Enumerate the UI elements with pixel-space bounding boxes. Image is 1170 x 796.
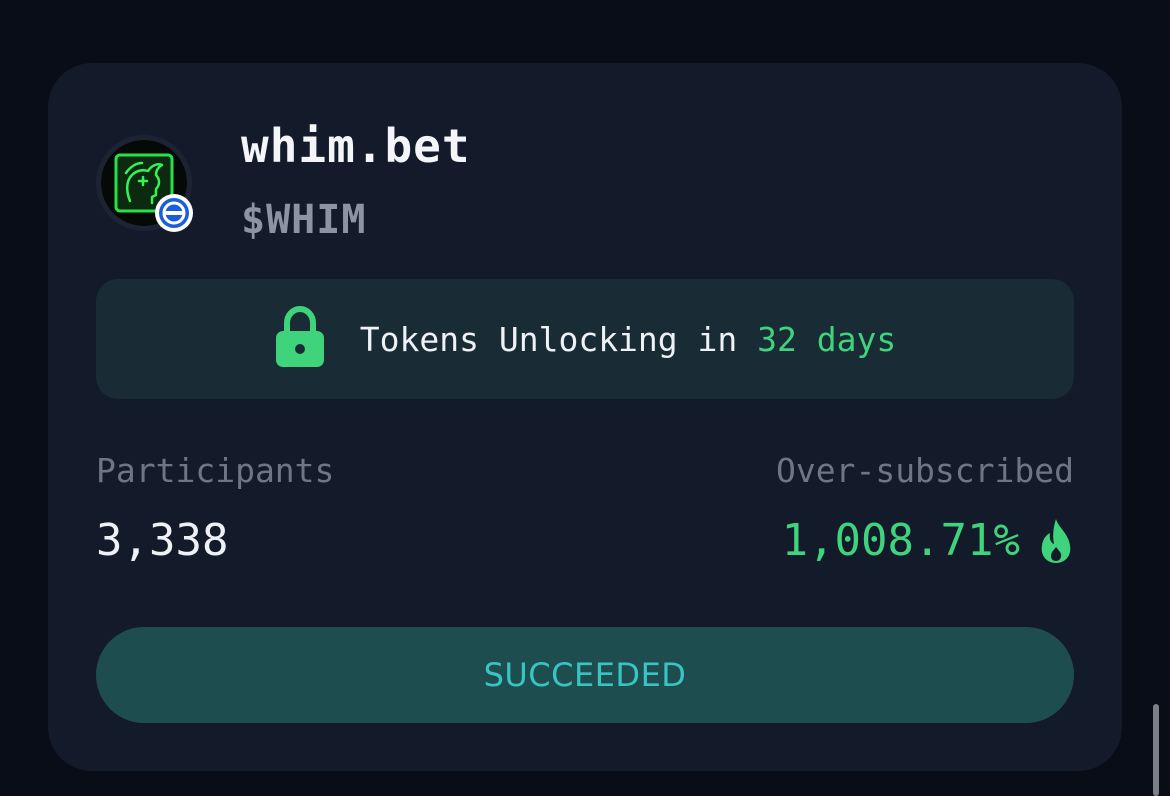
unlock-days: 32 days — [757, 319, 897, 359]
token-symbol: $WHIM — [241, 197, 367, 243]
oversubscribed-stat: 1,008.71% — [782, 515, 1074, 566]
unlock-prefix: Tokens Unlocking in — [359, 319, 758, 359]
page: whim.bet $WHIM Tokens Unlocking in 32 da… — [0, 0, 1170, 796]
project-card[interactable]: whim.bet $WHIM Tokens Unlocking in 32 da… — [48, 63, 1122, 771]
oversubscribed-value: 1,008.71% — [781, 515, 1020, 566]
status-button[interactable]: SUCCEEDED — [96, 627, 1074, 723]
lock-icon — [275, 305, 324, 367]
chain-badge-icon — [155, 194, 193, 232]
unlock-banner: Tokens Unlocking in 32 days — [96, 279, 1074, 399]
oversubscribed-label: Over-subscribed — [775, 451, 1074, 490]
participants-label: Participants — [96, 451, 335, 490]
unlock-message: Tokens Unlocking in 32 days — [360, 320, 896, 359]
project-name: whim.bet — [241, 119, 471, 173]
participants-value: 3,338 — [96, 515, 229, 566]
fire-icon — [1041, 518, 1071, 563]
scrollbar[interactable] — [1153, 704, 1159, 796]
